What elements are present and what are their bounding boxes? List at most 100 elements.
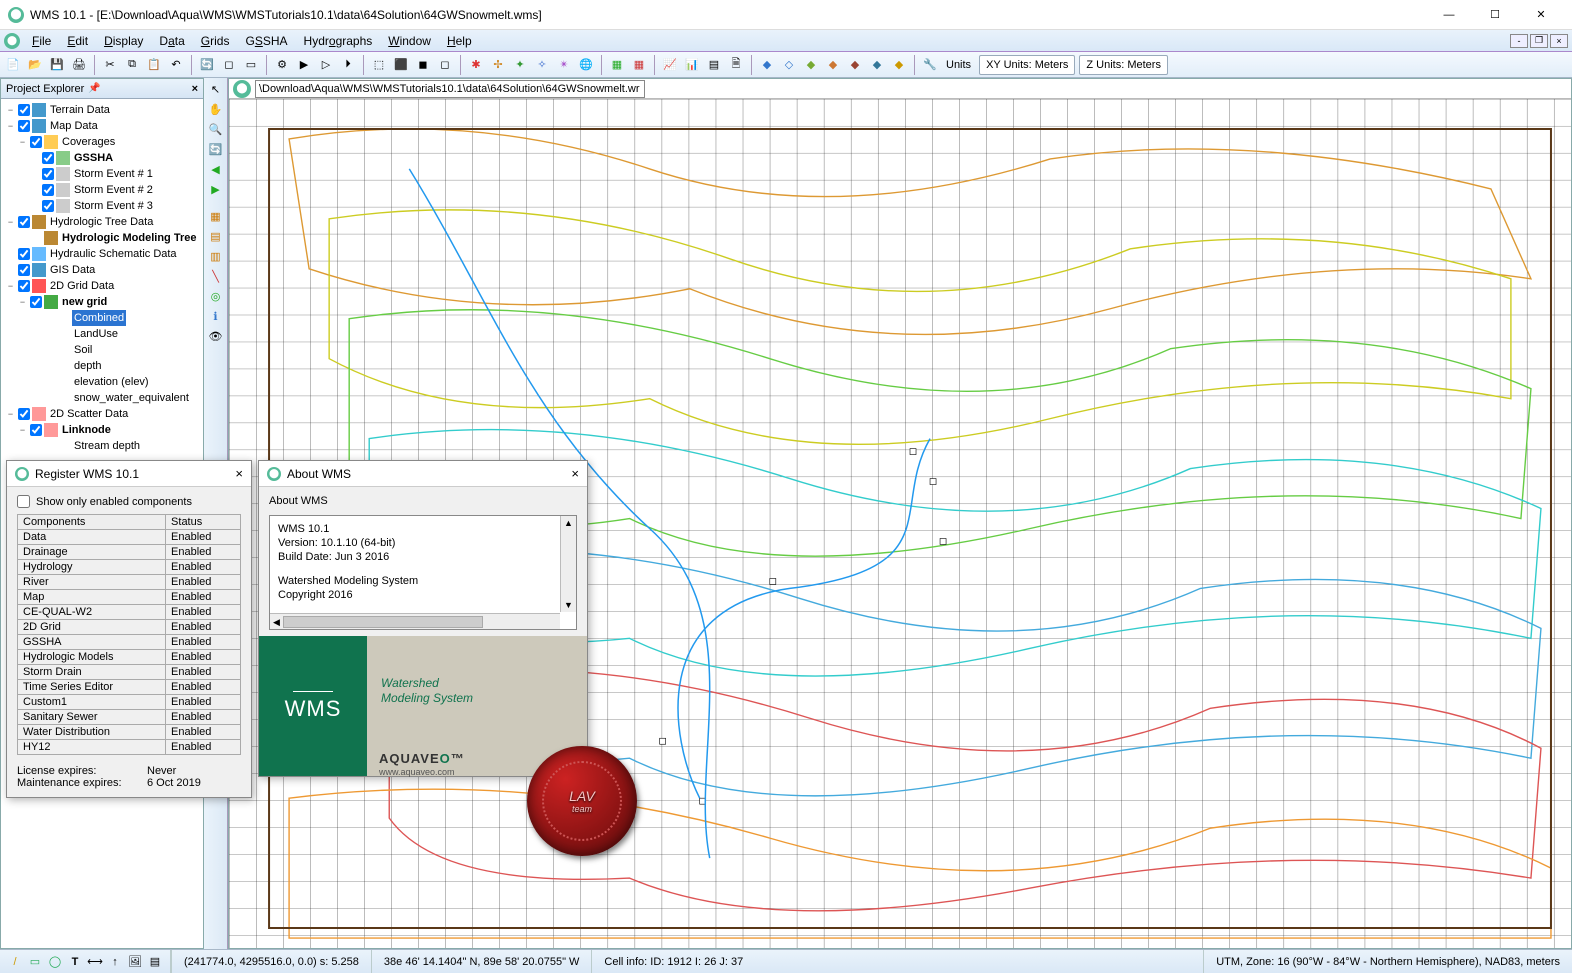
sb-scale[interactable]: ⟷ — [86, 953, 104, 971]
vt-line[interactable]: ╲ — [206, 267, 226, 286]
tree-row[interactable]: Hydrologic Modeling Tree — [3, 230, 201, 246]
menu-data[interactable]: Data — [151, 32, 192, 50]
tb-m3[interactable]: ◆ — [801, 55, 821, 75]
table-row[interactable]: DrainageEnabled — [18, 545, 241, 560]
tb-arc[interactable]: ✢ — [488, 55, 508, 75]
table-row[interactable]: Time Series EditorEnabled — [18, 680, 241, 695]
table-row[interactable]: HY12Enabled — [18, 740, 241, 755]
tb-sel4[interactable]: ◻ — [435, 55, 455, 75]
tree-row[interactable]: GSSHA — [3, 150, 201, 166]
mdi-restore[interactable]: ❐ — [1530, 34, 1548, 48]
sb-text[interactable]: T — [66, 953, 84, 971]
tb-drainage[interactable]: ✴ — [554, 55, 574, 75]
menu-gssha[interactable]: GSSHA — [237, 32, 295, 50]
tree-row[interactable]: Storm Event # 3 — [3, 198, 201, 214]
about-vscroll[interactable] — [560, 516, 576, 612]
tree-row[interactable]: −Linknode — [3, 422, 201, 438]
tb-open[interactable]: 📂 — [25, 55, 45, 75]
tb-chart[interactable]: 📊 — [682, 55, 702, 75]
tree-row[interactable]: −Coverages — [3, 134, 201, 150]
close-button[interactable]: ✕ — [1518, 0, 1564, 30]
menu-display[interactable]: Display — [96, 32, 151, 50]
tree-row[interactable]: Soil — [3, 342, 201, 358]
vt-pan[interactable]: ✋ — [206, 100, 226, 119]
tree-checkbox[interactable] — [42, 168, 54, 180]
tree-checkbox[interactable] — [18, 408, 30, 420]
minimize-button[interactable]: — — [1426, 0, 1472, 30]
mdi-close[interactable]: × — [1550, 34, 1568, 48]
tree-checkbox[interactable] — [18, 120, 30, 132]
table-row[interactable]: Hydrologic ModelsEnabled — [18, 650, 241, 665]
tree-row[interactable]: Storm Event # 1 — [3, 166, 201, 182]
table-row[interactable]: RiverEnabled — [18, 575, 241, 590]
sb-line[interactable]: / — [6, 953, 24, 971]
tb-m1[interactable]: ◆ — [757, 55, 777, 75]
tb-plan[interactable]: ▭ — [241, 55, 261, 75]
col-components[interactable]: Components — [18, 515, 166, 530]
register-title-bar[interactable]: ⬤ Register WMS 10.1 × — [7, 461, 251, 487]
tb-sel1[interactable]: ⬚ — [369, 55, 389, 75]
tb-frame[interactable]: ◻ — [219, 55, 239, 75]
tb-globe[interactable]: 🌐 — [576, 55, 596, 75]
sb-oval[interactable]: ◯ — [46, 953, 64, 971]
tb-m4[interactable]: ◆ — [823, 55, 843, 75]
col-status[interactable]: Status — [166, 515, 241, 530]
tree-checkbox[interactable] — [30, 424, 42, 436]
menu-window[interactable]: Window — [380, 32, 439, 50]
xy-units[interactable]: XY Units: Meters — [979, 55, 1075, 75]
tb-table[interactable]: ▤ — [704, 55, 724, 75]
tb-grid-r[interactable]: ▦ — [629, 55, 649, 75]
tb-m2[interactable]: ◇ — [779, 55, 799, 75]
tree-row[interactable]: Combined — [3, 310, 201, 326]
mdi-minimize[interactable]: - — [1510, 34, 1528, 48]
tree-row[interactable]: −new grid — [3, 294, 201, 310]
tb-undo[interactable]: ↶ — [166, 55, 186, 75]
vt-grid3[interactable]: ▥ — [206, 247, 226, 266]
table-row[interactable]: Storm DrainEnabled — [18, 665, 241, 680]
vt-select[interactable]: ↖ — [206, 80, 226, 99]
tb-copy[interactable]: ⧉ — [122, 55, 142, 75]
menu-edit[interactable]: Edit — [59, 32, 96, 50]
tb-save[interactable]: 💾 — [47, 55, 67, 75]
vt-zoom[interactable]: 🔍 — [206, 120, 226, 139]
vt-rotate[interactable]: 🔄 — [206, 140, 226, 159]
about-hscroll[interactable] — [270, 613, 560, 629]
table-row[interactable]: MapEnabled — [18, 590, 241, 605]
units-label[interactable]: Units — [942, 59, 975, 71]
path-input[interactable] — [255, 80, 645, 98]
explorer-close[interactable]: × — [192, 83, 198, 95]
vt-grid1[interactable]: ▦ — [206, 207, 226, 226]
table-row[interactable]: 2D GridEnabled — [18, 620, 241, 635]
tree-row[interactable]: GIS Data — [3, 262, 201, 278]
pin-icon[interactable]: 📌 — [88, 83, 100, 94]
sb-img[interactable]: 🖼 — [126, 953, 144, 971]
tree-row[interactable]: −Terrain Data — [3, 102, 201, 118]
tb-run1[interactable]: ▶ — [294, 55, 314, 75]
z-units[interactable]: Z Units: Meters — [1079, 55, 1168, 75]
tree-row[interactable]: elevation (elev) — [3, 374, 201, 390]
table-row[interactable]: HydrologyEnabled — [18, 560, 241, 575]
tb-profile[interactable]: 📈 — [660, 55, 680, 75]
tb-sel3[interactable]: ◼ — [413, 55, 433, 75]
sb-rect[interactable]: ▭ — [26, 953, 44, 971]
tree-row[interactable]: snow_water_equivalent — [3, 390, 201, 406]
register-close[interactable]: × — [235, 466, 243, 481]
tb-run2[interactable]: ▷ — [316, 55, 336, 75]
tb-refresh[interactable]: 🔄 — [197, 55, 217, 75]
tree-row[interactable]: −Map Data — [3, 118, 201, 134]
vt-fwd[interactable]: ▶ — [206, 180, 226, 199]
tb-new[interactable]: 📄 — [3, 55, 23, 75]
tb-snap[interactable]: ✧ — [532, 55, 552, 75]
vt-grid2[interactable]: ▤ — [206, 227, 226, 246]
tree-checkbox[interactable] — [42, 152, 54, 164]
tb-poly[interactable]: ✦ — [510, 55, 530, 75]
table-row[interactable]: CE-QUAL-W2Enabled — [18, 605, 241, 620]
tree-checkbox[interactable] — [18, 216, 30, 228]
sb-legend[interactable]: ▤ — [146, 953, 164, 971]
tree-row[interactable]: Storm Event # 2 — [3, 182, 201, 198]
tree-checkbox[interactable] — [30, 136, 42, 148]
about-title-bar[interactable]: ⬤ About WMS × — [259, 461, 587, 487]
vt-info[interactable]: ℹ — [206, 307, 226, 326]
menu-grids[interactable]: Grids — [193, 32, 238, 50]
tree-row[interactable]: depth — [3, 358, 201, 374]
